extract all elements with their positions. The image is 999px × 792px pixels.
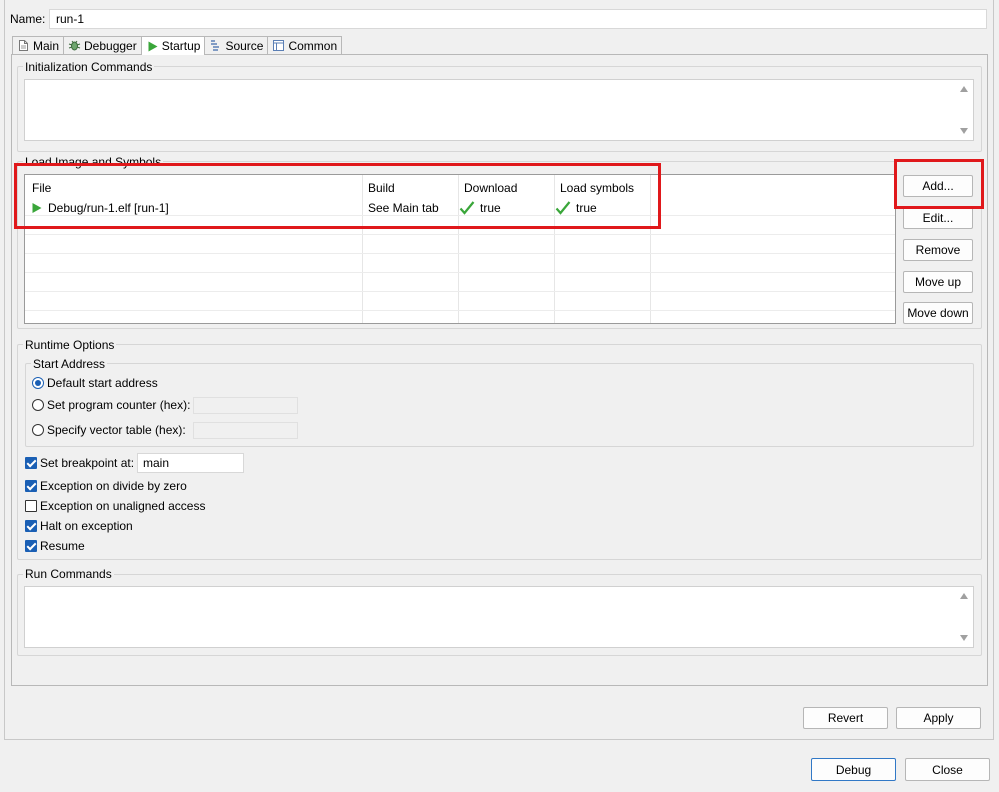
tab-source-label: Source <box>225 38 264 53</box>
tab-bar: Main Debugger Startup Source Common <box>12 36 343 55</box>
tab-common[interactable]: Common <box>267 36 343 54</box>
default-start-radio[interactable] <box>32 377 44 389</box>
exception-unaligned-label: Exception on unaligned access <box>40 499 206 513</box>
halt-exception-checkbox[interactable] <box>25 520 37 532</box>
highlight-box-table-row <box>14 163 661 229</box>
remove-button[interactable]: Remove <box>903 239 973 261</box>
close-button[interactable]: Close <box>905 758 990 781</box>
exception-unaligned-checkbox[interactable] <box>25 500 37 512</box>
default-start-label: Default start address <box>47 376 158 390</box>
resume-checkbox[interactable] <box>25 540 37 552</box>
apply-button[interactable]: Apply <box>896 707 981 729</box>
exception-divide-label: Exception on divide by zero <box>40 479 187 493</box>
tab-main[interactable]: Main <box>12 36 65 54</box>
init-commands-scrollbar[interactable] <box>956 80 973 140</box>
scroll-up-arrow-icon[interactable] <box>960 86 968 92</box>
program-counter-label: Set program counter (hex): <box>47 398 191 412</box>
vector-table-label: Specify vector table (hex): <box>47 423 186 437</box>
name-label: Name: <box>10 12 46 26</box>
vector-table-radio[interactable] <box>32 424 44 436</box>
tab-main-label: Main <box>33 38 60 53</box>
run-commands-textarea[interactable] <box>24 586 974 648</box>
scroll-down-arrow-icon[interactable] <box>960 128 968 134</box>
set-breakpoint-checkbox[interactable] <box>25 457 37 469</box>
halt-exception-label: Halt on exception <box>40 519 133 533</box>
name-field[interactable]: run-1 <box>49 9 987 29</box>
edit-button[interactable]: Edit... <box>903 207 973 229</box>
scroll-up-arrow-icon[interactable] <box>960 593 968 599</box>
scroll-down-arrow-icon[interactable] <box>960 635 968 641</box>
tab-common-label: Common <box>288 38 338 53</box>
vector-table-field[interactable] <box>193 422 298 439</box>
move-down-button[interactable]: Move down <box>903 302 973 324</box>
run-commands-title: Run Commands <box>23 567 114 581</box>
tab-source[interactable]: Source <box>204 36 269 54</box>
document-icon <box>19 40 28 51</box>
tab-startup[interactable]: Startup <box>140 36 206 55</box>
init-commands-textarea[interactable] <box>24 79 974 141</box>
source-icon <box>211 40 220 51</box>
program-counter-radio[interactable] <box>32 399 44 411</box>
start-address-title: Start Address <box>31 357 108 371</box>
tab-startup-label: Startup <box>161 39 201 53</box>
breakpoint-field[interactable]: main <box>137 453 244 473</box>
tab-debugger-label: Debugger <box>84 38 137 53</box>
play-icon <box>148 41 158 51</box>
set-breakpoint-label: Set breakpoint at: <box>40 456 135 470</box>
exception-divide-checkbox[interactable] <box>25 480 37 492</box>
runtime-options-title: Runtime Options <box>23 338 117 352</box>
window-icon <box>273 40 285 51</box>
bug-icon <box>68 40 81 51</box>
program-counter-field[interactable] <box>193 397 298 414</box>
run-commands-scrollbar[interactable] <box>956 587 973 647</box>
init-commands-title: Initialization Commands <box>23 60 155 74</box>
move-up-button[interactable]: Move up <box>903 271 973 293</box>
highlight-box-add-button <box>894 159 984 209</box>
debug-button[interactable]: Debug <box>811 758 896 781</box>
resume-label: Resume <box>40 539 85 553</box>
tab-debugger[interactable]: Debugger <box>63 36 142 54</box>
revert-button[interactable]: Revert <box>803 707 888 729</box>
